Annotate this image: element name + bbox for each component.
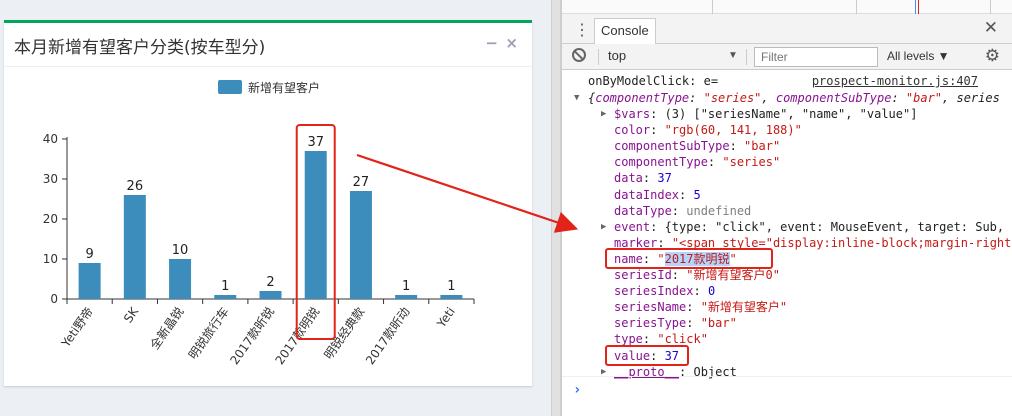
- bar-value-label: 27: [353, 175, 370, 190]
- property-key: color: [614, 123, 651, 138]
- bar[interactable]: [440, 295, 463, 299]
- filter-input[interactable]: [754, 47, 878, 67]
- name-highlight-box: [605, 248, 773, 269]
- expand-triangle-icon[interactable]: ▶: [601, 219, 606, 235]
- property-key: componentType: [614, 155, 708, 170]
- bar-value-label: 1: [221, 279, 229, 294]
- bar[interactable]: [169, 259, 192, 299]
- property-datatype: dataType: undefined: [614, 203, 752, 218]
- expanded-triangle-icon[interactable]: ▼: [574, 90, 579, 106]
- x-tick-label: SK: [121, 304, 142, 326]
- y-tick-label: 10: [43, 252, 58, 266]
- bar[interactable]: [304, 151, 327, 299]
- property-value: "新增有望客户0": [686, 268, 780, 282]
- property-key: seriesIndex: [614, 284, 694, 299]
- property-value: {type: "click", event: MouseEvent, targe…: [664, 219, 1005, 234]
- log-source-link[interactable]: prospect-monitor.js:407: [812, 74, 978, 88]
- y-tick-label: 20: [43, 212, 58, 226]
- gear-icon[interactable]: ⚙: [985, 46, 1000, 66]
- bar[interactable]: [349, 191, 372, 299]
- property-color: color: "rgb(60, 141, 188)": [614, 123, 802, 138]
- bar[interactable]: [78, 263, 101, 299]
- property-key: data: [614, 171, 643, 186]
- property-key: $vars: [614, 107, 651, 121]
- bar[interactable]: [259, 291, 282, 299]
- context-selector[interactable]: top: [608, 48, 626, 63]
- tab-console[interactable]: Console: [594, 18, 656, 44]
- property-value: 37: [657, 171, 672, 186]
- property-vars[interactable]: ▶ $vars: (3) ["seriesName", "name", "valu…: [601, 106, 918, 122]
- value-highlight-box: [605, 345, 689, 366]
- property-key: dataType: [614, 203, 672, 218]
- clear-console-icon[interactable]: [572, 48, 586, 62]
- property-seriesid: seriesId: "新增有望客户0": [614, 268, 780, 282]
- bar-value-label: 2: [266, 275, 274, 290]
- bar-value-label: 1: [402, 279, 410, 294]
- property-key: seriesType: [614, 316, 687, 331]
- x-tick-label: 全新晶锐: [147, 304, 187, 352]
- property-value: "新增有望客户": [700, 300, 788, 315]
- x-tick-label: 2017款昕锐: [227, 305, 277, 368]
- log-message: onByModelClick: e=: [588, 74, 719, 88]
- property-value: 0: [707, 284, 716, 299]
- property-key: seriesId: [614, 268, 672, 282]
- property-event[interactable]: ▶ event: {type: "click", event: MouseEven…: [601, 219, 1005, 235]
- bar[interactable]: [395, 295, 418, 299]
- y-tick-label: 0: [50, 292, 58, 306]
- property-componentsubtype: componentSubType: "bar": [614, 139, 781, 154]
- bar-value-label: 1: [447, 279, 455, 294]
- panel-splitter[interactable]: [551, 0, 561, 416]
- timeline-strip: [562, 0, 1012, 14]
- property-key: event: [614, 219, 651, 234]
- x-tick-label: 明锐旅行车: [185, 304, 232, 362]
- expand-triangle-icon[interactable]: ▶: [601, 106, 606, 122]
- x-tick-label: Yeti: [434, 305, 458, 331]
- property-value: 5: [693, 187, 701, 202]
- property-value: undefined: [686, 203, 752, 218]
- bar-value-label: 26: [127, 179, 144, 194]
- property-value: "bar": [744, 139, 781, 154]
- y-tick-label: 40: [43, 132, 58, 146]
- devtools-panel: ⋮ Console ✕ top ▼ All levels ▼ ⚙ onByMod…: [561, 0, 1012, 416]
- console-prompt[interactable]: ›: [573, 382, 581, 398]
- property-data: data: 37: [614, 171, 672, 186]
- property-seriesindex: seriesIndex: 0: [614, 284, 716, 299]
- chart-widget: 本月新增有望客户分类(按车型分) − × 新增有望客户 0 10 20 30 40 9 Yet…: [4, 20, 532, 386]
- bar-chart: 新增有望客户 0 10 20 30 40 9 Yeti野帝 26 SK 10 全新晶锐 1 明锐旅行车 2 2…: [43, 80, 475, 368]
- property-key: dataIndex: [614, 187, 680, 202]
- bar-value-label: 37: [307, 135, 324, 150]
- property-value: (3) ["seriesName", "name", "value"]: [664, 107, 918, 121]
- property-key: componentSubType: [614, 139, 730, 154]
- x-tick-label: 2017款昕动: [363, 305, 413, 368]
- property-dataindex: dataIndex: 5: [614, 187, 701, 202]
- x-tick-label: 明锐经典款: [322, 305, 368, 362]
- bar-value-label: 9: [85, 247, 93, 262]
- screenshot-root: 本月新增有望客户分类(按车型分) − × 新增有望客户 0 10 20 30 40 9 Yet…: [0, 0, 1012, 416]
- property-value: "bar": [700, 316, 737, 331]
- bar[interactable]: [214, 295, 237, 299]
- property-componenttype: componentType: "series": [614, 155, 781, 170]
- y-tick-label: 30: [43, 172, 58, 186]
- property-value: "series": [722, 155, 781, 170]
- legend-label[interactable]: 新增有望客户: [248, 80, 320, 95]
- property-value: "rgb(60, 141, 188)": [664, 123, 802, 138]
- expand-triangle-icon[interactable]: ▶: [601, 364, 606, 380]
- more-menu-icon[interactable]: ⋮: [574, 20, 590, 40]
- bar[interactable]: [123, 195, 146, 299]
- property-seriestype: seriesType: "bar": [614, 316, 737, 331]
- property-seriesname: seriesName: "新增有望客户": [614, 300, 788, 315]
- chevron-down-icon[interactable]: ▼: [728, 50, 738, 61]
- bar-value-label: 10: [172, 243, 189, 258]
- x-tick-label: Yeti野帝: [57, 304, 96, 350]
- console-toolbar: top ▼ All levels ▼ ⚙: [562, 44, 1012, 70]
- log-levels-select[interactable]: All levels ▼: [887, 49, 950, 63]
- object-summary[interactable]: ▼ {componentType: "series", componentSub…: [574, 90, 1000, 106]
- legend-swatch[interactable]: [218, 80, 242, 94]
- property-key: seriesName: [614, 300, 687, 315]
- close-drawer-icon[interactable]: ✕: [984, 18, 998, 38]
- devtools-tabbar: ⋮ Console ✕: [562, 14, 1012, 44]
